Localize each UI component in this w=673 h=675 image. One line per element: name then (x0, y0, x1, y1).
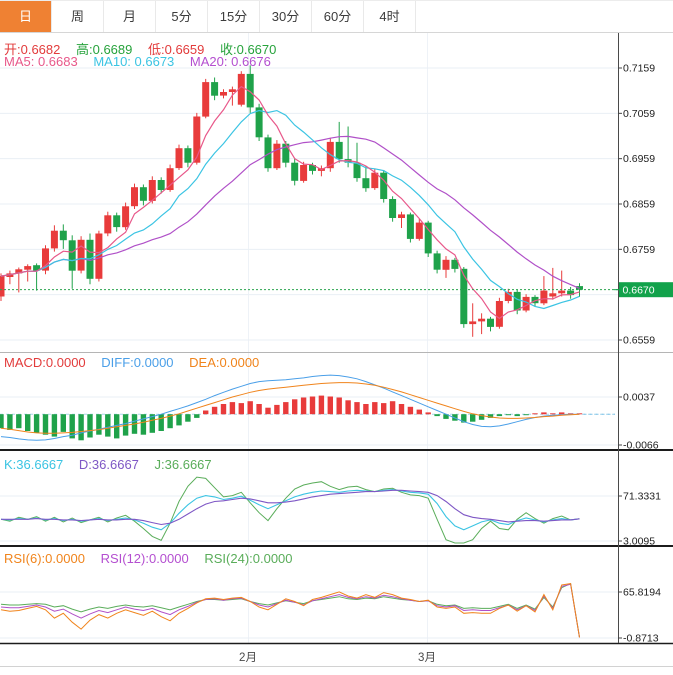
svg-text:0.6559: 0.6559 (623, 335, 655, 347)
tab-60min[interactable]: 60分 (312, 1, 364, 32)
svg-text:0.7159: 0.7159 (623, 63, 655, 75)
tab-weekly[interactable]: 周 (52, 1, 104, 32)
rsi12-value: RSI(12):0.0000 (101, 551, 189, 566)
rsi-readout: RSI(6):0.0000 RSI(12):0.0000 RSI(24):0.0… (4, 551, 305, 566)
kdj-readout: K:36.6667 D:36.6667 J:36.6667 (4, 457, 224, 472)
svg-text:3.0095: 3.0095 (623, 536, 655, 548)
trading-chart-app: 0.7159 0.7059 0.6959 0.6859 0.6759 0.6559 0.00… (0, 0, 673, 675)
diff-value: DIFF:0.0000 (101, 355, 173, 370)
ma5-value: MA5: 0.6683 (4, 54, 78, 69)
svg-text:0.6859: 0.6859 (623, 199, 655, 211)
tab-4hour[interactable]: 4时 (364, 1, 416, 32)
dea-value: DEA:0.0000 (189, 355, 259, 370)
svg-text:-0.8713: -0.8713 (623, 633, 659, 645)
tab-monthly[interactable]: 月 (104, 1, 156, 32)
ma-readout: MA5: 0.6683 MA10: 0.6673 MA20: 0.6676 (4, 54, 283, 69)
rsi24-value: RSI(24):0.0000 (204, 551, 292, 566)
svg-text:0.6759: 0.6759 (623, 244, 655, 256)
svg-text:0.0037: 0.0037 (623, 392, 655, 404)
ma20-value: MA20: 0.6676 (190, 54, 271, 69)
chart-canvas[interactable]: 0.7159 0.7059 0.6959 0.6859 0.6759 0.6559 0.00… (0, 0, 673, 675)
svg-text:71.3331: 71.3331 (623, 491, 661, 503)
j-value: J:36.6667 (155, 457, 212, 472)
svg-text:0.6959: 0.6959 (623, 153, 655, 165)
timeframe-tabbar: 日 周 月 5分 15分 30分 60分 4时 (0, 0, 673, 33)
tab-30min[interactable]: 30分 (260, 1, 312, 32)
tab-15min[interactable]: 15分 (208, 1, 260, 32)
svg-text:0.6670: 0.6670 (623, 284, 655, 296)
macd-value: MACD:0.0000 (4, 355, 86, 370)
svg-text:0.7059: 0.7059 (623, 108, 655, 120)
tab-5min[interactable]: 5分 (156, 1, 208, 32)
svg-text:65.8194: 65.8194 (623, 587, 661, 599)
svg-text:3月: 3月 (418, 652, 436, 664)
d-value: D:36.6667 (79, 457, 139, 472)
k-value: K:36.6667 (4, 457, 63, 472)
svg-text:-0.0066: -0.0066 (623, 440, 659, 452)
macd-readout: MACD:0.0000 DIFF:0.0000 DEA:0.0000 (4, 355, 271, 370)
rsi6-value: RSI(6):0.0000 (4, 551, 85, 566)
svg-text:2月: 2月 (239, 652, 257, 664)
tab-daily[interactable]: 日 (0, 1, 52, 32)
ma10-value: MA10: 0.6673 (93, 54, 174, 69)
